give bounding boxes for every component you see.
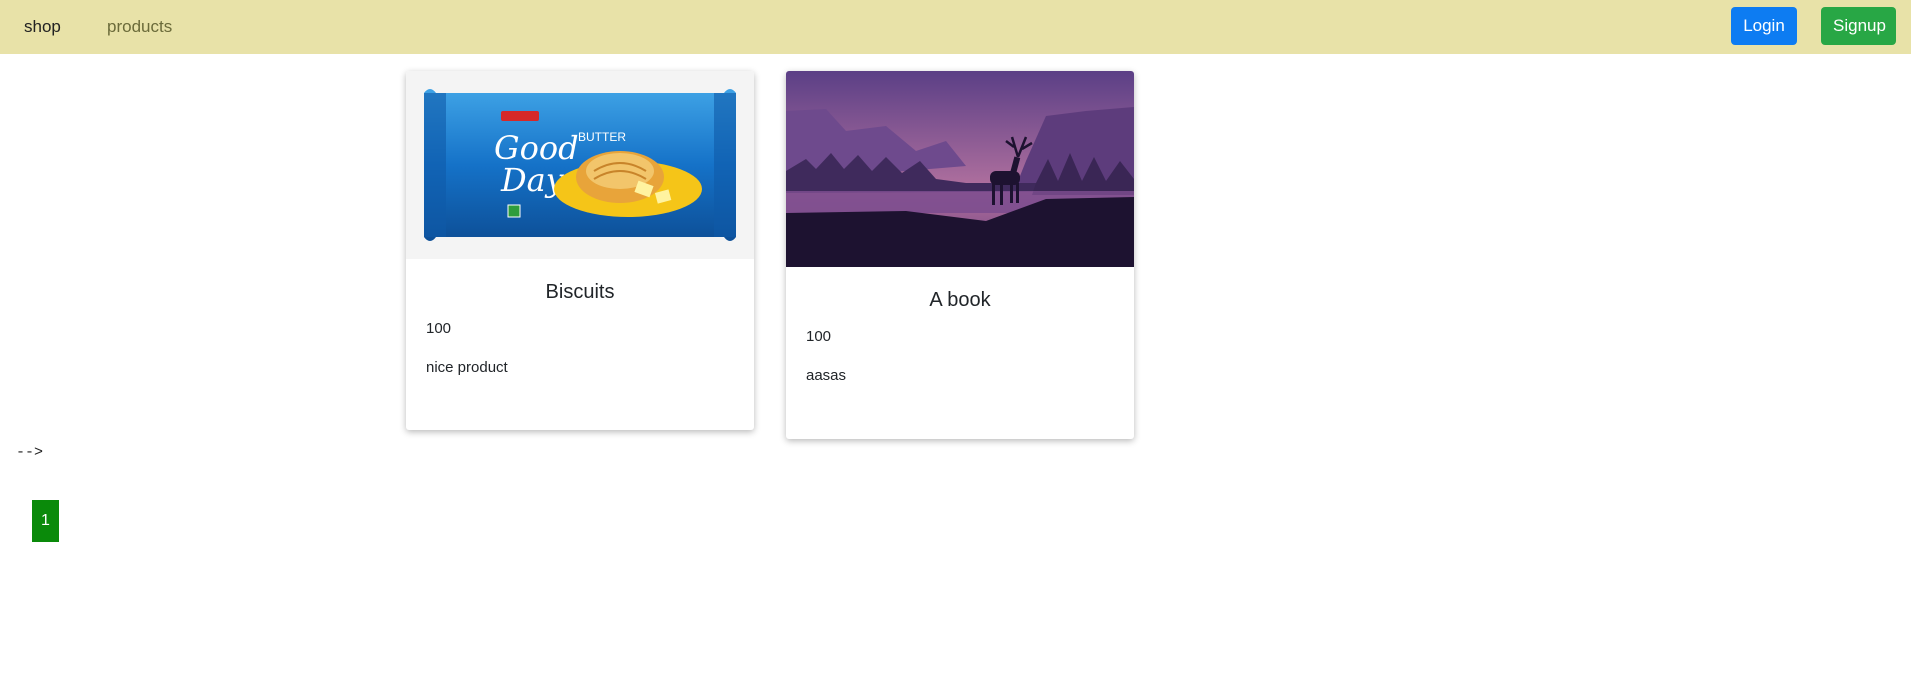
nav-link-products[interactable]: products bbox=[107, 17, 172, 37]
product-price: 100 bbox=[426, 320, 452, 337]
login-button[interactable]: Login bbox=[1731, 7, 1797, 45]
stray-comment-text: --> bbox=[16, 444, 44, 461]
product-title[interactable]: A book bbox=[786, 267, 1134, 312]
product-card-a-book[interactable]: A book 100 aasas bbox=[786, 71, 1134, 439]
pagination-page-1[interactable]: 1 bbox=[32, 500, 59, 542]
product-description: aasas bbox=[806, 367, 847, 384]
biscuit-pack-image: Good Day BUTTER bbox=[406, 71, 754, 259]
product-description: nice product bbox=[426, 359, 508, 376]
product-price: 100 bbox=[806, 328, 832, 345]
deer-landscape-image bbox=[786, 71, 1134, 267]
signup-button[interactable]: Signup bbox=[1821, 7, 1896, 45]
product-title[interactable]: Biscuits bbox=[406, 259, 754, 304]
brand-link[interactable]: shop bbox=[24, 17, 61, 37]
top-navbar: shop products Login Signup bbox=[0, 0, 1911, 54]
svg-text:BUTTER: BUTTER bbox=[578, 130, 626, 144]
product-card-biscuits[interactable]: Good Day BUTTER Biscuits 100 nice produc… bbox=[406, 71, 754, 430]
